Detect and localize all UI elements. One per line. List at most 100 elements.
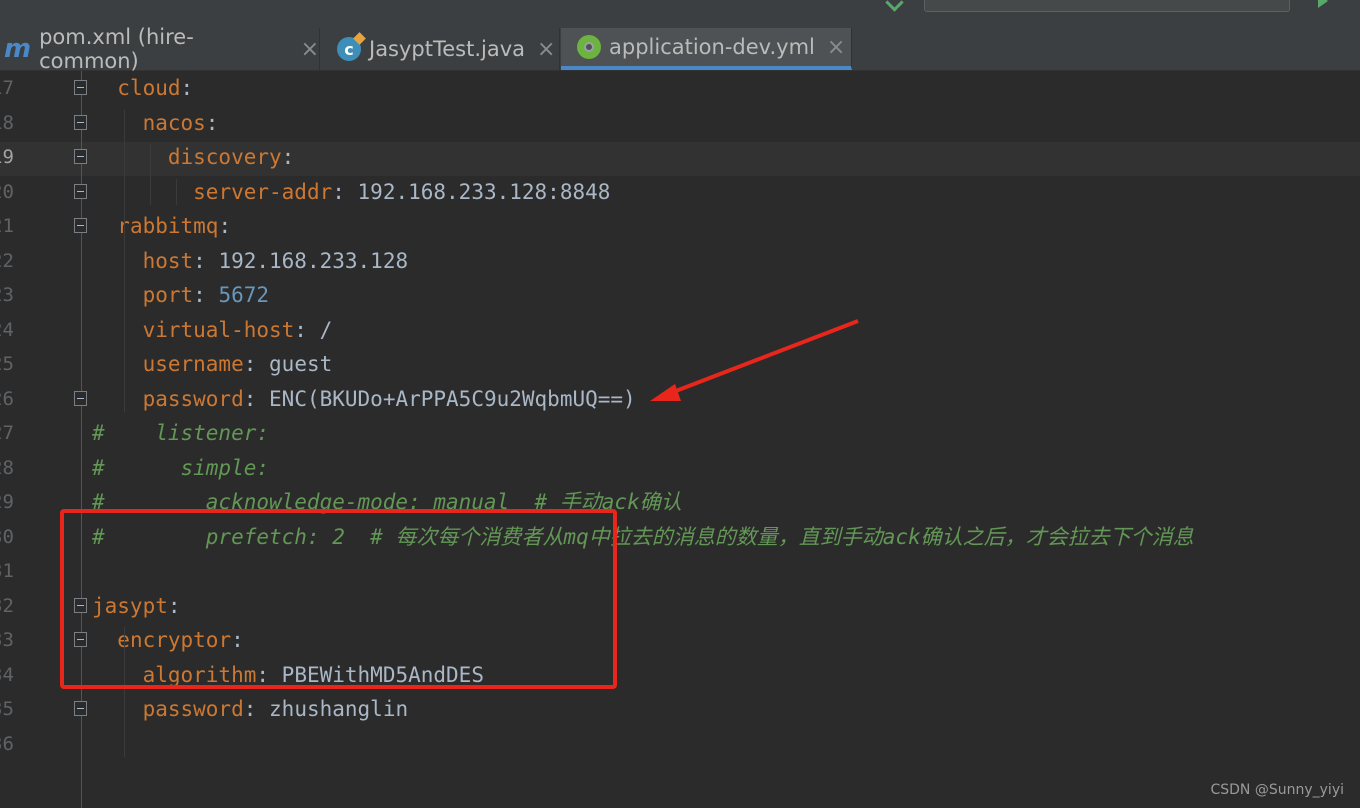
code-line[interactable]: 20 server-addr: 192.168.233.128:8848 [0, 175, 1360, 209]
code-text: password: zhushanglin [92, 692, 409, 726]
fold-marker-icon[interactable] [74, 183, 87, 199]
watermark: CSDN @Sunny_yiyi [1210, 782, 1344, 798]
fold-marker-icon[interactable] [74, 149, 87, 164]
yaml-separator: : [193, 283, 219, 307]
tab-pom-xml[interactable]: m pom.xml (hire-common) × [0, 25, 320, 73]
code-text: port: 5672 [92, 278, 269, 312]
fold-marker-icon[interactable] [74, 701, 87, 716]
code-line[interactable]: 28 # simple: [0, 451, 1360, 485]
code-editor[interactable]: 17 cloud:18 nacos:19 discovery:20 server… [0, 71, 1360, 808]
line-number: 26 [0, 387, 14, 410]
close-icon[interactable]: × [301, 37, 319, 62]
code-text: # simple: [92, 451, 269, 485]
code-line[interactable]: 25 username: guest [0, 347, 1360, 381]
yaml-key: host [142, 248, 194, 273]
line-number: 27 [0, 422, 14, 444]
code-line[interactable]: 27 # listener: [0, 416, 1360, 450]
java-class-icon: c [337, 37, 361, 61]
line-number: 35 [0, 698, 14, 720]
yaml-separator: : [243, 352, 270, 376]
run-configuration-selector[interactable] [924, 0, 1290, 12]
close-icon[interactable]: × [827, 35, 845, 60]
code-line[interactable]: 18 nacos: [0, 106, 1360, 140]
indent-guide [176, 178, 177, 205]
indent-guide [150, 144, 151, 205]
code-line[interactable]: 36 [0, 727, 1360, 761]
tab-application-dev-yml[interactable]: application-dev.yml × [561, 28, 852, 70]
yaml-value: 5672 [218, 283, 270, 307]
yaml-separator: : [281, 145, 295, 169]
yaml-separator: : [180, 76, 194, 100]
line-number: 28 [0, 456, 14, 479]
code-line[interactable]: 22 host: 192.168.233.128 [0, 244, 1360, 278]
yaml-separator: : [193, 248, 219, 273]
close-icon[interactable]: × [537, 37, 555, 62]
code-line[interactable]: 21 rabbitmq: [0, 209, 1360, 243]
yaml-key: nacos [142, 110, 206, 135]
code-text: host: 192.168.233.128 [92, 244, 409, 278]
code-text: username: guest [92, 347, 333, 381]
code-text: password: ENC(BKUDo+ArPPA5C9u2WqbmUQ==) [92, 382, 636, 416]
code-text: virtual-host: / [92, 313, 333, 347]
code-line[interactable]: 24 virtual-host: / [0, 313, 1360, 347]
yaml-value: ENC(BKUDo+ArPPA5C9u2WqbmUQ==) [269, 386, 636, 411]
yaml-separator: : [218, 214, 232, 238]
yaml-separator: : [243, 697, 270, 721]
code-line[interactable]: 23 port: 5672 [0, 278, 1360, 312]
tab-label: application-dev.yml [609, 35, 815, 59]
line-number: 31 [0, 560, 14, 582]
code-text: rabbitmq: [92, 209, 231, 243]
yaml-key: cloud [117, 76, 181, 100]
code-line[interactable]: 26 password: ENC(BKUDo+ArPPA5C9u2WqbmUQ=… [0, 382, 1360, 416]
fold-marker-icon[interactable] [74, 114, 87, 130]
line-number: 18 [0, 111, 14, 134]
tab-jasypttest-java[interactable]: c JasyptTest.java × [321, 28, 560, 70]
comment-text: # simple: [92, 455, 270, 480]
top-toolbar [0, 0, 1360, 14]
line-number: 29 [0, 491, 14, 513]
line-number: 34 [0, 663, 14, 686]
line-number: 20 [0, 180, 14, 203]
indent-guide [124, 109, 125, 412]
fold-marker-icon[interactable] [74, 390, 87, 406]
run-icon[interactable] [1318, 0, 1328, 8]
code-text: nacos: [92, 106, 219, 140]
yaml-separator: : [205, 110, 219, 135]
yaml-key: port [142, 283, 194, 307]
line-number: 21 [0, 215, 14, 237]
line-number: 30 [0, 525, 14, 548]
vcs-update-icon[interactable] [885, 0, 904, 12]
yaml-key: rabbitmq [117, 214, 219, 238]
line-number: 33 [0, 629, 14, 651]
code-text: discovery: [92, 140, 294, 174]
yaml-key: password [142, 697, 244, 721]
yaml-separator: : [243, 386, 270, 411]
yaml-value: zhushanglin [269, 697, 409, 721]
yaml-separator: : [332, 179, 358, 204]
tab-label: pom.xml (hire-common) [39, 25, 194, 73]
tab-label: JasyptTest.java [369, 37, 526, 61]
code-text: cloud: [92, 71, 193, 105]
code-line[interactable]: 35 password: zhushanglin [0, 692, 1360, 726]
yaml-value: / [319, 317, 333, 342]
line-number: 32 [0, 594, 14, 617]
yaml-key: discovery [167, 145, 282, 169]
fold-marker-icon[interactable] [74, 80, 87, 95]
fold-marker-icon[interactable] [74, 218, 87, 233]
line-number: 22 [0, 249, 14, 272]
line-number: 23 [0, 284, 14, 306]
maven-m-icon: m [4, 34, 32, 64]
code-line[interactable]: 19 discovery: [0, 140, 1360, 174]
code-line[interactable]: 17 cloud: [0, 71, 1360, 105]
